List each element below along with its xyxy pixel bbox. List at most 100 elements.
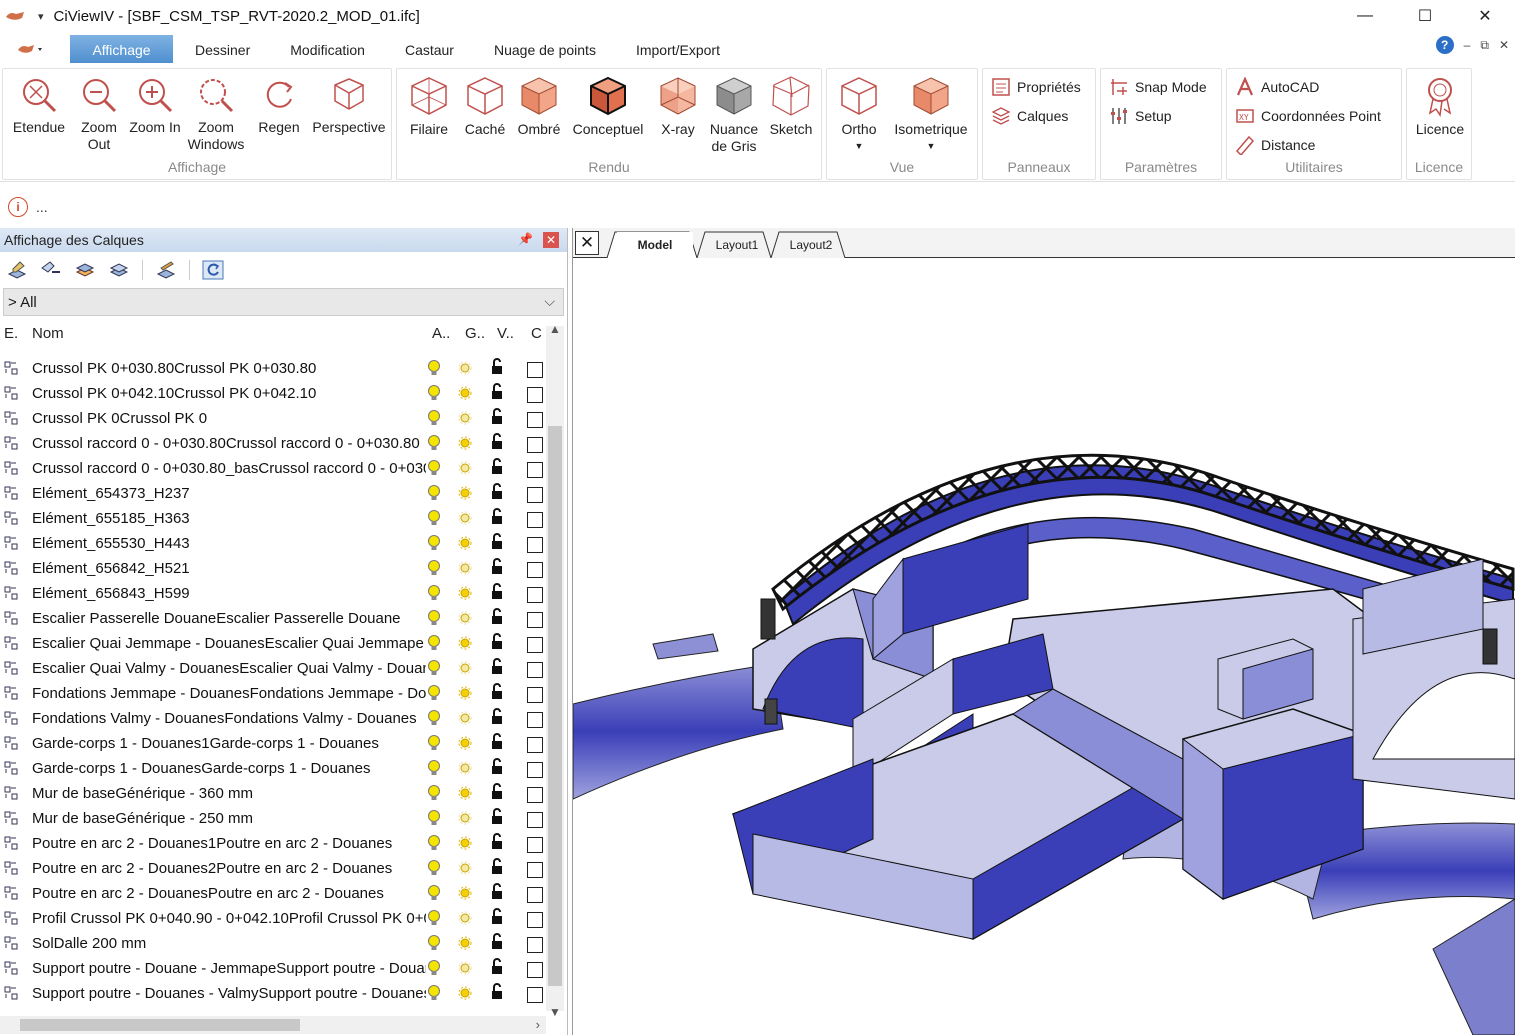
- panel-close-button[interactable]: ✕: [543, 232, 559, 248]
- zoom-in-button[interactable]: Zoom In: [125, 73, 185, 136]
- layer-state-icon[interactable]: [4, 586, 18, 600]
- lightbulb-icon[interactable]: [426, 959, 442, 977]
- freeze-sun-icon[interactable]: [458, 586, 472, 600]
- layer-states-icon[interactable]: [40, 260, 62, 280]
- maximize-button[interactable]: ☐: [1395, 0, 1455, 32]
- layer-state-icon[interactable]: [4, 811, 18, 825]
- freeze-sun-icon[interactable]: [458, 536, 472, 550]
- freeze-sun-icon[interactable]: [458, 386, 472, 400]
- regen-button[interactable]: Regen: [251, 73, 307, 136]
- unlocked-lock-icon[interactable]: [490, 533, 504, 551]
- layer-checkbox[interactable]: [527, 362, 543, 378]
- layer-checkbox[interactable]: [527, 762, 543, 778]
- lightbulb-icon[interactable]: [426, 434, 442, 452]
- layer-checkbox[interactable]: [527, 412, 543, 428]
- lightbulb-icon[interactable]: [426, 709, 442, 727]
- layer-row[interactable]: Elément_655530_H443: [0, 531, 545, 556]
- scroll-thumb[interactable]: [548, 426, 562, 986]
- quick-access-dropdown[interactable]: ▾: [38, 10, 44, 23]
- lightbulb-icon[interactable]: [426, 684, 442, 702]
- coordonnees-point-button[interactable]: XY Coordonnées Point: [1235, 106, 1381, 126]
- xray-button[interactable]: X-ray: [653, 73, 703, 138]
- unlocked-lock-icon[interactable]: [490, 783, 504, 801]
- layer-state-icon[interactable]: [4, 511, 18, 525]
- layer-checkbox[interactable]: [527, 712, 543, 728]
- app-logo-icon[interactable]: [4, 9, 26, 23]
- lightbulb-icon[interactable]: [426, 884, 442, 902]
- lightbulb-icon[interactable]: [426, 359, 442, 377]
- pin-icon[interactable]: 📌: [518, 232, 533, 246]
- lightbulb-icon[interactable]: [426, 534, 442, 552]
- lightbulb-icon[interactable]: [426, 759, 442, 777]
- freeze-sun-icon[interactable]: [458, 986, 472, 1000]
- layer-row[interactable]: Support poutre - Douane - JemmapeSupport…: [0, 956, 545, 981]
- unlocked-lock-icon[interactable]: [490, 808, 504, 826]
- layer-row[interactable]: Crussol raccord 0 - 0+030.80_basCrussol …: [0, 456, 545, 481]
- info-icon[interactable]: i: [8, 197, 28, 217]
- layer-row[interactable]: Support poutre - Douanes - ValmySupport …: [0, 981, 545, 1006]
- freeze-sun-icon[interactable]: [458, 861, 472, 875]
- layer-vertical-scrollbar[interactable]: ▲ ▼: [546, 322, 564, 1019]
- layer-state-icon[interactable]: [4, 611, 18, 625]
- freeze-sun-icon[interactable]: [458, 786, 472, 800]
- layer-state-icon[interactable]: [4, 986, 18, 1000]
- lightbulb-icon[interactable]: [426, 409, 442, 427]
- layer-state-icon[interactable]: [4, 661, 18, 675]
- layer-state-icon[interactable]: [4, 386, 18, 400]
- tab-model[interactable]: Model: [617, 232, 693, 258]
- layer-row[interactable]: Escalier Quai Jemmape - DouanesEscalier …: [0, 631, 545, 656]
- viewport-close-button[interactable]: ✕: [575, 231, 599, 255]
- layer-row[interactable]: Crussol PK 0Crussol PK 0: [0, 406, 545, 431]
- freeze-sun-icon[interactable]: [458, 436, 472, 450]
- layer-row[interactable]: Garde-corps 1 - DouanesGarde-corps 1 - D…: [0, 756, 545, 781]
- scroll-down-icon[interactable]: ▼: [546, 1005, 564, 1019]
- layer-state-icon[interactable]: [4, 861, 18, 875]
- layer-horizontal-scrollbar[interactable]: ›: [0, 1016, 546, 1034]
- freeze-sun-icon[interactable]: [458, 911, 472, 925]
- layer-row[interactable]: SolDalle 200 mm: [0, 931, 545, 956]
- lightbulb-icon[interactable]: [426, 834, 442, 852]
- col-header-v[interactable]: V..: [497, 325, 514, 342]
- col-header-c[interactable]: C: [531, 325, 542, 342]
- layer-row[interactable]: Crussol PK 0+042.10Crussol PK 0+042.10: [0, 381, 545, 406]
- layer-checkbox[interactable]: [527, 637, 543, 653]
- close-button[interactable]: ✕: [1455, 0, 1515, 32]
- tab-nuage-de-points[interactable]: Nuage de points: [476, 35, 614, 63]
- lightbulb-icon[interactable]: [426, 634, 442, 652]
- layer-checkbox[interactable]: [527, 887, 543, 903]
- layer-state-icon[interactable]: [4, 486, 18, 500]
- unlocked-lock-icon[interactable]: [490, 858, 504, 876]
- layer-row[interactable]: Elément_656842_H521: [0, 556, 545, 581]
- layer-state-icon[interactable]: [4, 786, 18, 800]
- unlocked-lock-icon[interactable]: [490, 983, 504, 1001]
- scroll-right-icon[interactable]: ›: [536, 1017, 540, 1032]
- layer-checkbox[interactable]: [527, 737, 543, 753]
- lightbulb-icon[interactable]: [426, 909, 442, 927]
- lightbulb-icon[interactable]: [426, 734, 442, 752]
- lightbulb-icon[interactable]: [426, 659, 442, 677]
- layer-row[interactable]: Elément_655185_H363: [0, 506, 545, 531]
- unlocked-lock-icon[interactable]: [490, 658, 504, 676]
- lightbulb-icon[interactable]: [426, 609, 442, 627]
- autocad-button[interactable]: AutoCAD: [1235, 77, 1319, 97]
- freeze-sun-icon[interactable]: [458, 561, 472, 575]
- freeze-sun-icon[interactable]: [458, 936, 472, 950]
- ribbon-minimize-button[interactable]: –: [1464, 38, 1471, 52]
- zoom-out-button[interactable]: Zoom Out: [69, 73, 129, 153]
- layer-row[interactable]: Fondations Jemmape - DouanesFondations J…: [0, 681, 545, 706]
- col-header-g[interactable]: G..: [465, 325, 485, 342]
- layer-filter-dropdown[interactable]: > All ⌵: [3, 288, 564, 316]
- layer-stack-icon[interactable]: [74, 260, 96, 280]
- perspective-button[interactable]: Perspective: [309, 73, 389, 136]
- unlocked-lock-icon[interactable]: [490, 483, 504, 501]
- layer-row[interactable]: Garde-corps 1 - Douanes1Garde-corps 1 - …: [0, 731, 545, 756]
- help-icon[interactable]: ?: [1435, 36, 1454, 54]
- unlocked-lock-icon[interactable]: [490, 683, 504, 701]
- tab-modification[interactable]: Modification: [272, 35, 383, 63]
- freeze-sun-icon[interactable]: [458, 636, 472, 650]
- layer-edit-icon[interactable]: [155, 260, 177, 280]
- layer-row[interactable]: Crussol PK 0+030.80Crussol PK 0+030.80: [0, 356, 545, 381]
- freeze-sun-icon[interactable]: [458, 511, 472, 525]
- tab-affichage[interactable]: Affichage: [70, 35, 173, 63]
- layer-state-icon[interactable]: [4, 886, 18, 900]
